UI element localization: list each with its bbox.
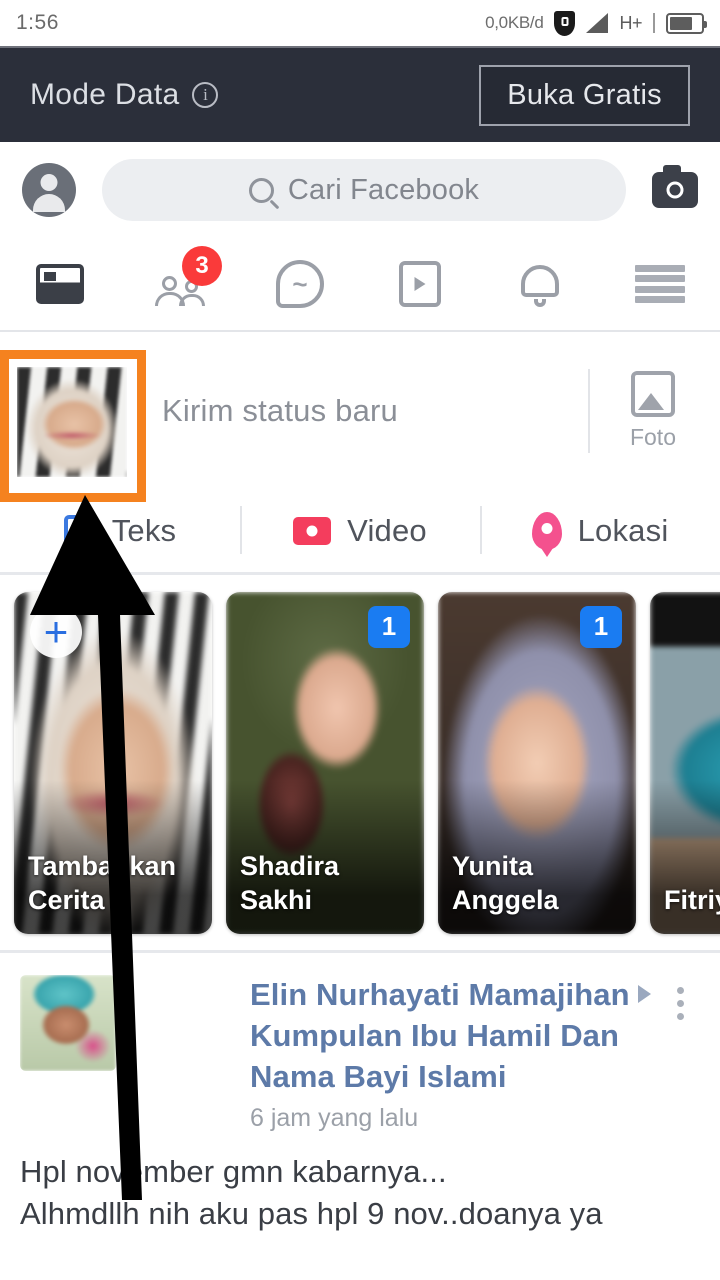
story-label: Fitriy bbox=[664, 884, 720, 915]
tab-menu[interactable] bbox=[600, 238, 720, 330]
tab-messenger[interactable]: ~ bbox=[240, 238, 360, 330]
post-group-name[interactable]: Kumpulan Ibu Hamil Dan Nama Bayi Islami bbox=[250, 1018, 619, 1094]
story-card[interactable]: 1 Yunita Anggela bbox=[438, 591, 636, 934]
composer-photo-label: Foto bbox=[629, 424, 676, 450]
news-feed-icon bbox=[36, 264, 84, 304]
action-teks[interactable]: Teks bbox=[0, 490, 240, 572]
story-card[interactable]: Fitriy bbox=[650, 591, 720, 934]
navigation-tabs: 3 ~ bbox=[0, 238, 720, 332]
action-lokasi[interactable]: Lokasi bbox=[480, 490, 720, 572]
friends-badge: 3 bbox=[182, 246, 222, 286]
story-unread-badge: 1 bbox=[368, 605, 410, 648]
post-body: Hpl november gmn kabarnya... Alhmdllh ni… bbox=[20, 1151, 700, 1237]
status-bar-icons: 0,0KB/d H+ bbox=[485, 10, 707, 36]
messenger-icon: ~ bbox=[276, 260, 324, 308]
story-label: Shadira Sakhi bbox=[240, 851, 340, 915]
hamburger-menu-icon bbox=[635, 265, 685, 303]
more-options-icon[interactable] bbox=[660, 975, 700, 1020]
camera-icon[interactable] bbox=[652, 165, 698, 208]
composer-profile-photo[interactable] bbox=[13, 363, 131, 481]
tab-notifications[interactable] bbox=[480, 238, 600, 330]
story-card[interactable]: 1 Shadira Sakhi bbox=[226, 591, 424, 934]
status-bar-time: 1:56 bbox=[16, 11, 59, 34]
bell-icon bbox=[521, 263, 559, 307]
post-body-line-1: Hpl november gmn kabarnya... bbox=[20, 1153, 447, 1189]
composer-divider bbox=[587, 369, 590, 453]
story-label: Yunita Anggela bbox=[452, 851, 559, 915]
action-teks-label: Teks bbox=[111, 513, 177, 548]
network-type-label: H+ bbox=[619, 12, 642, 33]
story-unread-badge: 1 bbox=[580, 605, 622, 648]
post-author-line: Elin Nurhayati Mamajihan Kumpulan Ibu Ham… bbox=[250, 975, 660, 1098]
feed-post: Elin Nurhayati Mamajihan Kumpulan Ibu Ham… bbox=[0, 953, 720, 1237]
caret-right-icon bbox=[637, 985, 651, 1003]
post-author-name[interactable]: Elin Nurhayati Mamajihan bbox=[250, 977, 630, 1012]
action-lokasi-label: Lokasi bbox=[577, 513, 669, 548]
composer-photo-action[interactable]: Foto bbox=[587, 369, 700, 453]
search-row: Cari Facebook bbox=[0, 142, 720, 238]
status-bar: 1:56 0,0KB/d H+ bbox=[0, 0, 720, 46]
tab-watch[interactable] bbox=[360, 238, 480, 330]
location-pin-icon bbox=[531, 512, 562, 550]
text-icon bbox=[63, 515, 96, 547]
status-divider bbox=[653, 13, 655, 33]
battery-icon bbox=[666, 12, 707, 34]
signal-icon bbox=[586, 13, 609, 33]
data-mode-bar: Mode Data i Buka Gratis bbox=[0, 46, 720, 142]
shield-icon bbox=[554, 10, 576, 36]
watch-video-icon bbox=[399, 261, 441, 307]
composer-action-row: Teks Video Lokasi bbox=[0, 490, 720, 575]
post-header: Elin Nurhayati Mamajihan Kumpulan Ibu Ham… bbox=[20, 975, 700, 1133]
search-input[interactable]: Cari Facebook bbox=[102, 159, 626, 221]
action-video-label: Video bbox=[347, 513, 427, 548]
add-story-plus-icon[interactable]: + bbox=[30, 605, 82, 658]
data-mode-label: Mode Data bbox=[30, 78, 180, 111]
story-label: Tambahkan Cerita bbox=[28, 851, 177, 915]
search-placeholder: Cari Facebook bbox=[287, 173, 480, 206]
story-card-add[interactable]: + Tambahkan Cerita bbox=[14, 591, 212, 934]
post-body-line-2: Alhmdllh nih aku pas hpl 9 nov..doanya y… bbox=[20, 1196, 603, 1232]
info-icon[interactable]: i bbox=[192, 82, 219, 108]
post-timestamp: 6 jam yang lalu bbox=[250, 1103, 419, 1132]
network-speed-label: 0,0KB/d bbox=[485, 13, 544, 32]
tab-news-feed[interactable] bbox=[0, 238, 120, 330]
buka-gratis-button[interactable]: Buka Gratis bbox=[479, 64, 690, 126]
profile-avatar-icon[interactable] bbox=[22, 163, 76, 217]
post-meta: Elin Nurhayati Mamajihan Kumpulan Ibu Ham… bbox=[250, 975, 660, 1133]
post-author-avatar[interactable] bbox=[20, 975, 116, 1071]
search-icon bbox=[248, 177, 274, 203]
photo-icon bbox=[625, 369, 675, 417]
video-icon bbox=[293, 517, 332, 545]
action-video[interactable]: Video bbox=[240, 490, 480, 572]
stories-tray[interactable]: + Tambahkan Cerita 1 Shadira Sakhi 1 Yun… bbox=[0, 575, 720, 953]
tab-friends[interactable]: 3 bbox=[120, 238, 240, 330]
composer-placeholder: Kirim status baru bbox=[162, 393, 398, 428]
